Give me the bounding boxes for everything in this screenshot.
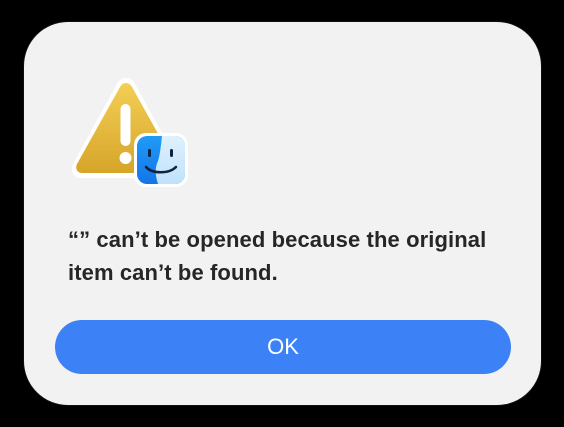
ok-button[interactable]: OK xyxy=(55,320,511,374)
alert-icon xyxy=(71,78,188,187)
alert-message: “” can’t be opened because the original … xyxy=(68,227,487,285)
ok-button-label: OK xyxy=(267,334,299,359)
finder-icon xyxy=(134,133,188,187)
alert-dialog: “” can’t be opened because the original … xyxy=(24,22,541,405)
